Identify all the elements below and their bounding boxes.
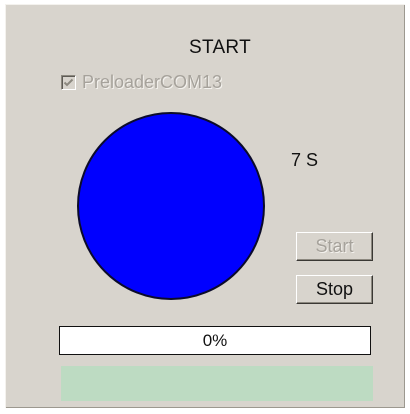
countdown-timer: 7 S [291,150,319,170]
progress-percent: 0% [202,331,228,350]
preloader-checkbox-label: PreloaderCOM13 [82,71,223,92]
preloader-checkbox-row: PreloaderCOM13 [61,71,222,93]
checkmark-icon [63,78,74,86]
preloader-checkbox [61,74,76,90]
status-indicator-circle [77,112,265,300]
status-bar [61,366,373,401]
window-title: START [188,37,252,58]
main-panel: START PreloaderCOM13 7 S Start Stop 0% [5,4,405,408]
progress-bar: 0% [59,326,371,355]
stop-button[interactable]: Stop [296,275,373,304]
start-button: Start [296,232,373,261]
